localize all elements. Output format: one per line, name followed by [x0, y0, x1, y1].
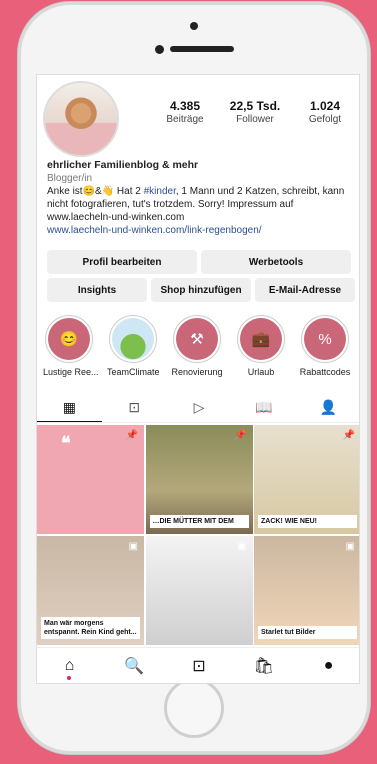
phone-camera	[155, 45, 164, 54]
nav-home[interactable]: ⌂	[37, 648, 102, 683]
bio-text-start: Anke ist😊&👋 Hat 2	[47, 186, 144, 197]
profile-stats: 4.385 Beiträge 22,5 Tsd. Follower 1.024 …	[155, 99, 355, 125]
bottom-navigation: ⌂ 🔍 ⊡ 🛍 ●	[37, 647, 359, 683]
reel-icon: ▣	[345, 540, 355, 552]
reels-icon[interactable]: ⊡	[102, 393, 167, 422]
nav-search[interactable]: 🔍	[102, 648, 167, 683]
email-button[interactable]: E-Mail-Adresse	[255, 278, 355, 302]
bio-text: Anke ist😊&👋 Hat 2 #kinder, 1 Mann und 2 …	[47, 185, 357, 224]
percent-icon: %	[304, 318, 346, 360]
highlight-teamclimate[interactable]: TeamClimate	[107, 315, 160, 377]
post-caption: …DIE MÜTTER MIT DEM	[149, 515, 249, 528]
pin-icon: 📌	[234, 430, 247, 441]
posts-count: 4.385	[169, 99, 201, 113]
highlight-renovierung[interactable]: ⚒ Renovierung	[171, 315, 223, 377]
grid-icon[interactable]: ▦	[37, 393, 102, 422]
post-thumbnail[interactable]: 📌 …DIE MÜTTER MIT DEM	[145, 425, 253, 534]
edit-profile-button[interactable]: Profil bearbeiten	[47, 250, 197, 274]
guide-icon[interactable]: 📖	[231, 393, 296, 422]
highlight-ring	[109, 315, 157, 363]
post-caption: Man wär morgens entspannt. Rein Kind geh…	[41, 616, 140, 639]
phone-speaker	[170, 46, 234, 52]
highlight-urlaub[interactable]: 💼 Urlaub	[235, 315, 287, 377]
followers-label: Follower	[236, 114, 274, 125]
post-caption: Starlet tut Bilder	[258, 625, 357, 639]
suitcase-icon: 💼	[240, 318, 282, 360]
tools-icon: ⚒	[176, 318, 218, 360]
reels-icon: ⊡	[192, 657, 206, 675]
tagged-icon[interactable]: 👤	[296, 393, 359, 422]
phone-sensor	[190, 22, 198, 30]
posts-grid: ❝ 📌 📌 …DIE MÜTTER MIT DEM 📌 ZACK! WIE NE…	[37, 425, 359, 645]
pin-icon: 📌	[342, 430, 355, 441]
home-button[interactable]	[164, 678, 224, 738]
highlight-label: Urlaub	[247, 367, 275, 377]
profile-category: Blogger/in	[47, 173, 93, 184]
story-highlights: 😊 Lustige Ree... TeamClimate ⚒ Renovieru…	[43, 315, 351, 377]
nav-profile[interactable]: ●	[296, 648, 359, 683]
avatar[interactable]	[43, 81, 119, 157]
profile-name: ehrlicher Familienblog & mehr	[47, 159, 199, 171]
post-thumbnail[interactable]: ▣ Starlet tut Bilder	[254, 535, 359, 645]
add-shop-button[interactable]: Shop hinzufügen	[151, 278, 251, 302]
pin-icon: 📌	[125, 430, 138, 441]
nav-reels[interactable]: ⊡	[167, 648, 232, 683]
following-label: Gefolgt	[308, 114, 342, 125]
highlight-rabattcodes[interactable]: % Rabattcodes	[299, 315, 351, 377]
highlight-ring: 😊	[45, 315, 93, 363]
instagram-profile-screen: 4.385 Beiträge 22,5 Tsd. Follower 1.024 …	[36, 74, 360, 684]
posts-stat[interactable]: 4.385 Beiträge	[155, 99, 215, 125]
highlight-ring: 💼	[237, 315, 285, 363]
post-thumbnail[interactable]: ▣ Man wär morgens entspannt. Rein Kind g…	[37, 535, 144, 645]
following-stat[interactable]: 1.024 Gefolgt	[295, 99, 355, 125]
post-thumbnail[interactable]: 📌 ZACK! WIE NEU!	[254, 425, 359, 534]
profile-bio: ehrlicher Familienblog & mehr Blogger/in…	[47, 159, 357, 237]
post-thumbnail[interactable]: ❝ 📌	[37, 425, 144, 534]
smile-icon: 😊	[48, 318, 90, 360]
posts-label: Beiträge	[166, 114, 204, 125]
profile-tabs: ▦ ⊡ ▷ 📖 👤	[37, 393, 359, 423]
reel-icon: ▣	[128, 540, 138, 552]
highlight-ring: ⚒	[173, 315, 221, 363]
highlight-label: TeamClimate	[107, 367, 160, 377]
reel-icon: ▣	[237, 540, 247, 552]
profile-icon: ●	[323, 656, 334, 674]
nav-shop[interactable]: 🛍	[231, 648, 296, 683]
ad-tools-button[interactable]: Werbetools	[201, 250, 351, 274]
following-count: 1.024	[309, 99, 341, 113]
video-icon[interactable]: ▷	[167, 393, 232, 422]
post-thumbnail[interactable]: ▣	[145, 535, 253, 645]
followers-stat[interactable]: 22,5 Tsd. Follower	[225, 99, 285, 125]
highlight-label: Renovierung	[171, 367, 223, 377]
highlight-label: Rabattcodes	[299, 367, 351, 377]
notification-dot	[67, 676, 72, 680]
highlight-label: Lustige Ree...	[43, 367, 99, 377]
insights-button[interactable]: Insights	[47, 278, 147, 302]
followers-count: 22,5 Tsd.	[229, 99, 281, 113]
home-icon: ⌂	[64, 656, 75, 674]
globe-icon	[112, 318, 154, 360]
highlight-lustige-reels[interactable]: 😊 Lustige Ree...	[43, 315, 99, 377]
quote-icon: ❝	[61, 433, 71, 453]
bio-hashtag[interactable]: #kinder	[144, 186, 176, 197]
profile-actions-row-1: Profil bearbeiten Werbetools	[47, 250, 351, 274]
bio-link[interactable]: www.laecheln-und-winken.com/link-regenbo…	[47, 224, 357, 237]
profile-actions-row-2: Insights Shop hinzufügen E-Mail-Adresse	[47, 278, 355, 302]
shop-bag-icon: 🛍	[253, 657, 274, 675]
post-caption: ZACK! WIE NEU!	[258, 515, 357, 528]
search-icon: 🔍	[124, 657, 145, 675]
highlight-ring: %	[301, 315, 349, 363]
